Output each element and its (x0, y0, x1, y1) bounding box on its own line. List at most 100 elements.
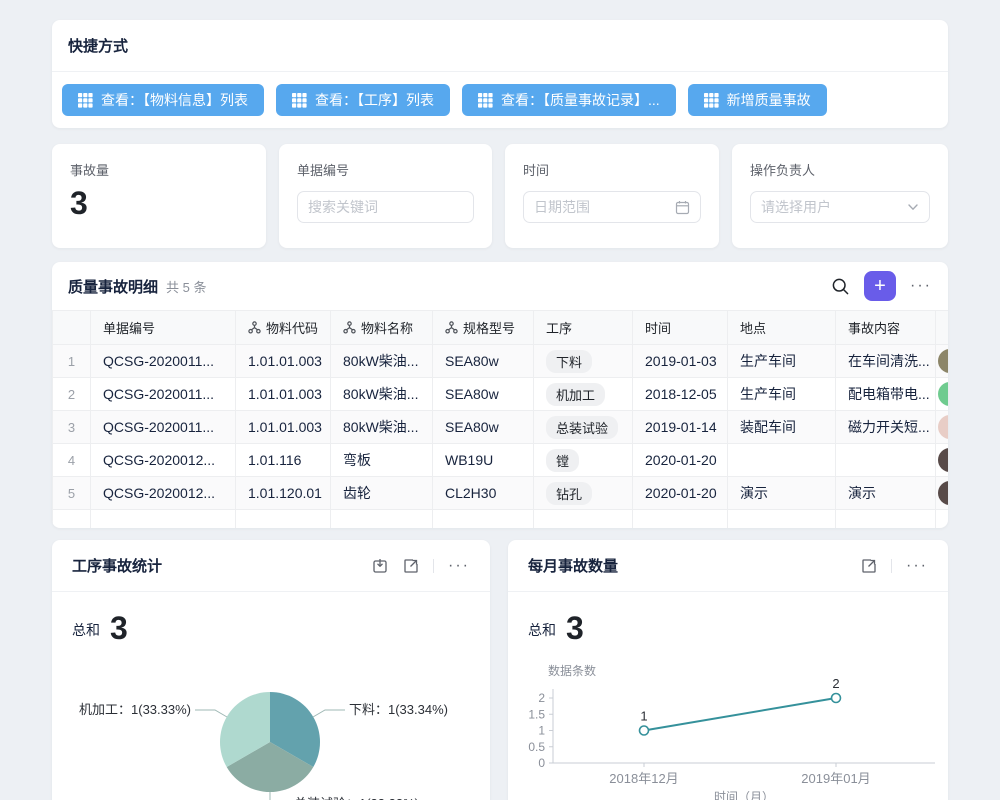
row-index-header (53, 311, 91, 345)
table-row[interactable]: 4QCSG-2020012...1.01.116弯板WB19U镗2020-01-… (53, 444, 949, 477)
shortcut-button-2[interactable]: 查看：【工序】列表 (276, 84, 450, 116)
cell-name: 80kW柴油... (331, 345, 433, 378)
table-header-bar: 质量事故明细 共 5 条 + ··· (52, 262, 948, 310)
empty-cell (936, 510, 949, 529)
shortcut-button-4[interactable]: 新增质量事故 (688, 84, 827, 116)
table-row[interactable]: 1QCSG-2020011...1.01.01.00380kW柴油...SEA8… (53, 345, 949, 378)
doc-number-label: 单据编号 (297, 160, 474, 179)
monthly-count-card: 每月事故数量 ··· 总和 3 数据条数00.511.522018年12月201… (508, 540, 948, 800)
doc-number-search-input[interactable]: 搜索关键词 (297, 191, 474, 223)
avatar (938, 415, 948, 439)
table-row[interactable]: 3QCSG-2020011...1.01.01.00380kW柴油...SEA8… (53, 411, 949, 444)
operator-select[interactable]: 请选择用户 (750, 191, 930, 223)
column-header[interactable]: 物料名称 (331, 311, 433, 345)
divider (433, 559, 434, 573)
grid-icon (704, 93, 719, 108)
table-row-empty (53, 510, 949, 529)
y-tick-label: 1.5 (528, 707, 545, 721)
line-more-icon[interactable]: ··· (906, 557, 928, 575)
avatar (938, 448, 948, 472)
table-row[interactable]: 2QCSG-2020011...1.01.01.00380kW柴油...SEA8… (53, 378, 949, 411)
cell-operator (936, 345, 949, 378)
column-header[interactable]: 时间 (633, 311, 728, 345)
cell-name: 弯板 (331, 444, 433, 477)
monthly-line-chart[interactable]: 数据条数00.511.522018年12月2019年01月12时间（月） (508, 655, 948, 800)
row-index: 1 (53, 345, 91, 378)
process-tag: 钻孔 (546, 482, 592, 505)
process-tag: 下料 (546, 350, 592, 373)
process-pie-chart[interactable]: 下料：1(33.34%)总装试验：1(33.33%)机加工：1(33.33%) (52, 655, 490, 800)
cell-code: 1.01.01.003 (236, 378, 331, 411)
pie-leader-line (270, 792, 290, 800)
cell-code: 1.01.01.003 (236, 345, 331, 378)
pie-total-value: 3 (110, 612, 128, 644)
operator-label: 操作负责人 (750, 160, 930, 179)
cell-operator (936, 378, 949, 411)
shortcuts-card: 快捷方式 查看：【物料信息】列表 查看：【工序】列表 查看：【质量事故记录】... 新… (52, 20, 948, 128)
divider (891, 559, 892, 573)
column-header-label: 规格型号 (463, 318, 515, 337)
pie-card-header: 工序事故统计 ··· (52, 540, 490, 592)
shortcut-button-3[interactable]: 查看：【质量事故记录】... (462, 84, 676, 116)
column-header[interactable]: 单据编号 (91, 311, 236, 345)
cell-spec: CL2H30 (433, 477, 534, 510)
cell-name: 80kW柴油... (331, 411, 433, 444)
cell-doc: QCSG-2020011... (91, 378, 236, 411)
data-point[interactable] (640, 726, 649, 735)
column-header[interactable]: 物料代码 (236, 311, 331, 345)
expand-icon[interactable] (403, 558, 419, 574)
data-point[interactable] (832, 694, 841, 703)
shortcut-button-label: 查看：【工序】列表 (315, 90, 434, 110)
avatar (938, 349, 948, 373)
date-range-placeholder: 日期范围 (534, 197, 590, 217)
line-total-row: 总和 3 (508, 592, 948, 644)
chevron-down-icon (907, 201, 919, 213)
empty-cell (633, 510, 728, 529)
cell-process: 总装试验 (534, 411, 633, 444)
cell-content: 演示 (836, 477, 936, 510)
date-range-input[interactable]: 日期范围 (523, 191, 701, 223)
pie-leader-line (195, 710, 227, 717)
cell-doc: QCSG-2020011... (91, 411, 236, 444)
cell-name: 80kW柴油... (331, 378, 433, 411)
empty-cell (836, 510, 936, 529)
cell-process: 机加工 (534, 378, 633, 411)
expand-icon[interactable] (861, 558, 877, 574)
y-axis-title: 数据条数 (548, 663, 596, 678)
line-total-label: 总和 (528, 620, 556, 644)
column-header[interactable]: 工序 (534, 311, 633, 345)
column-header[interactable]: 操作负责人 (936, 311, 949, 345)
row-index: 4 (53, 444, 91, 477)
process-stats-card: 工序事故统计 ··· 总和 3 下料：1(33.34%)总装试验：1(33.33… (52, 540, 490, 800)
pie-label-机加工: 机加工：1(33.33%) (79, 702, 191, 717)
operator-placeholder: 请选择用户 (761, 197, 831, 217)
time-label: 时间 (523, 160, 701, 179)
column-header[interactable]: 地点 (728, 311, 836, 345)
accident-table: 单据编号物料代码物料名称规格型号工序时间地点事故内容操作负责人 1QCSG-20… (52, 310, 948, 528)
pie-more-icon[interactable]: ··· (448, 557, 470, 575)
empty-cell (53, 510, 91, 529)
table-row[interactable]: 5QCSG-2020012...1.01.120.01齿轮CL2H30钻孔202… (53, 477, 949, 510)
cell-spec: WB19U (433, 444, 534, 477)
shortcut-buttons-row: 查看：【物料信息】列表 查看：【工序】列表 查看：【质量事故记录】... 新增质量事故 (52, 72, 948, 116)
accident-count-value: 3 (70, 187, 248, 219)
column-header[interactable]: 事故内容 (836, 311, 936, 345)
shortcuts-header: 快捷方式 (52, 20, 948, 72)
cell-doc: QCSG-2020012... (91, 477, 236, 510)
row-index: 2 (53, 378, 91, 411)
search-icon[interactable] (831, 277, 850, 296)
add-record-button[interactable]: + (864, 271, 896, 301)
empty-cell (728, 510, 836, 529)
column-header[interactable]: 规格型号 (433, 311, 534, 345)
cell-content: 配电箱带电... (836, 378, 936, 411)
cell-process: 下料 (534, 345, 633, 378)
table-more-icon[interactable]: ··· (910, 277, 932, 295)
column-header-label: 时间 (645, 318, 671, 337)
cell-spec: SEA80w (433, 411, 534, 444)
shortcut-button-label: 新增质量事故 (727, 90, 811, 110)
shortcut-button-1[interactable]: 查看：【物料信息】列表 (62, 84, 264, 116)
row-index: 5 (53, 477, 91, 510)
doc-number-filter-card: 单据编号 搜索关键词 (279, 144, 492, 248)
download-icon[interactable] (372, 557, 389, 574)
empty-cell (433, 510, 534, 529)
